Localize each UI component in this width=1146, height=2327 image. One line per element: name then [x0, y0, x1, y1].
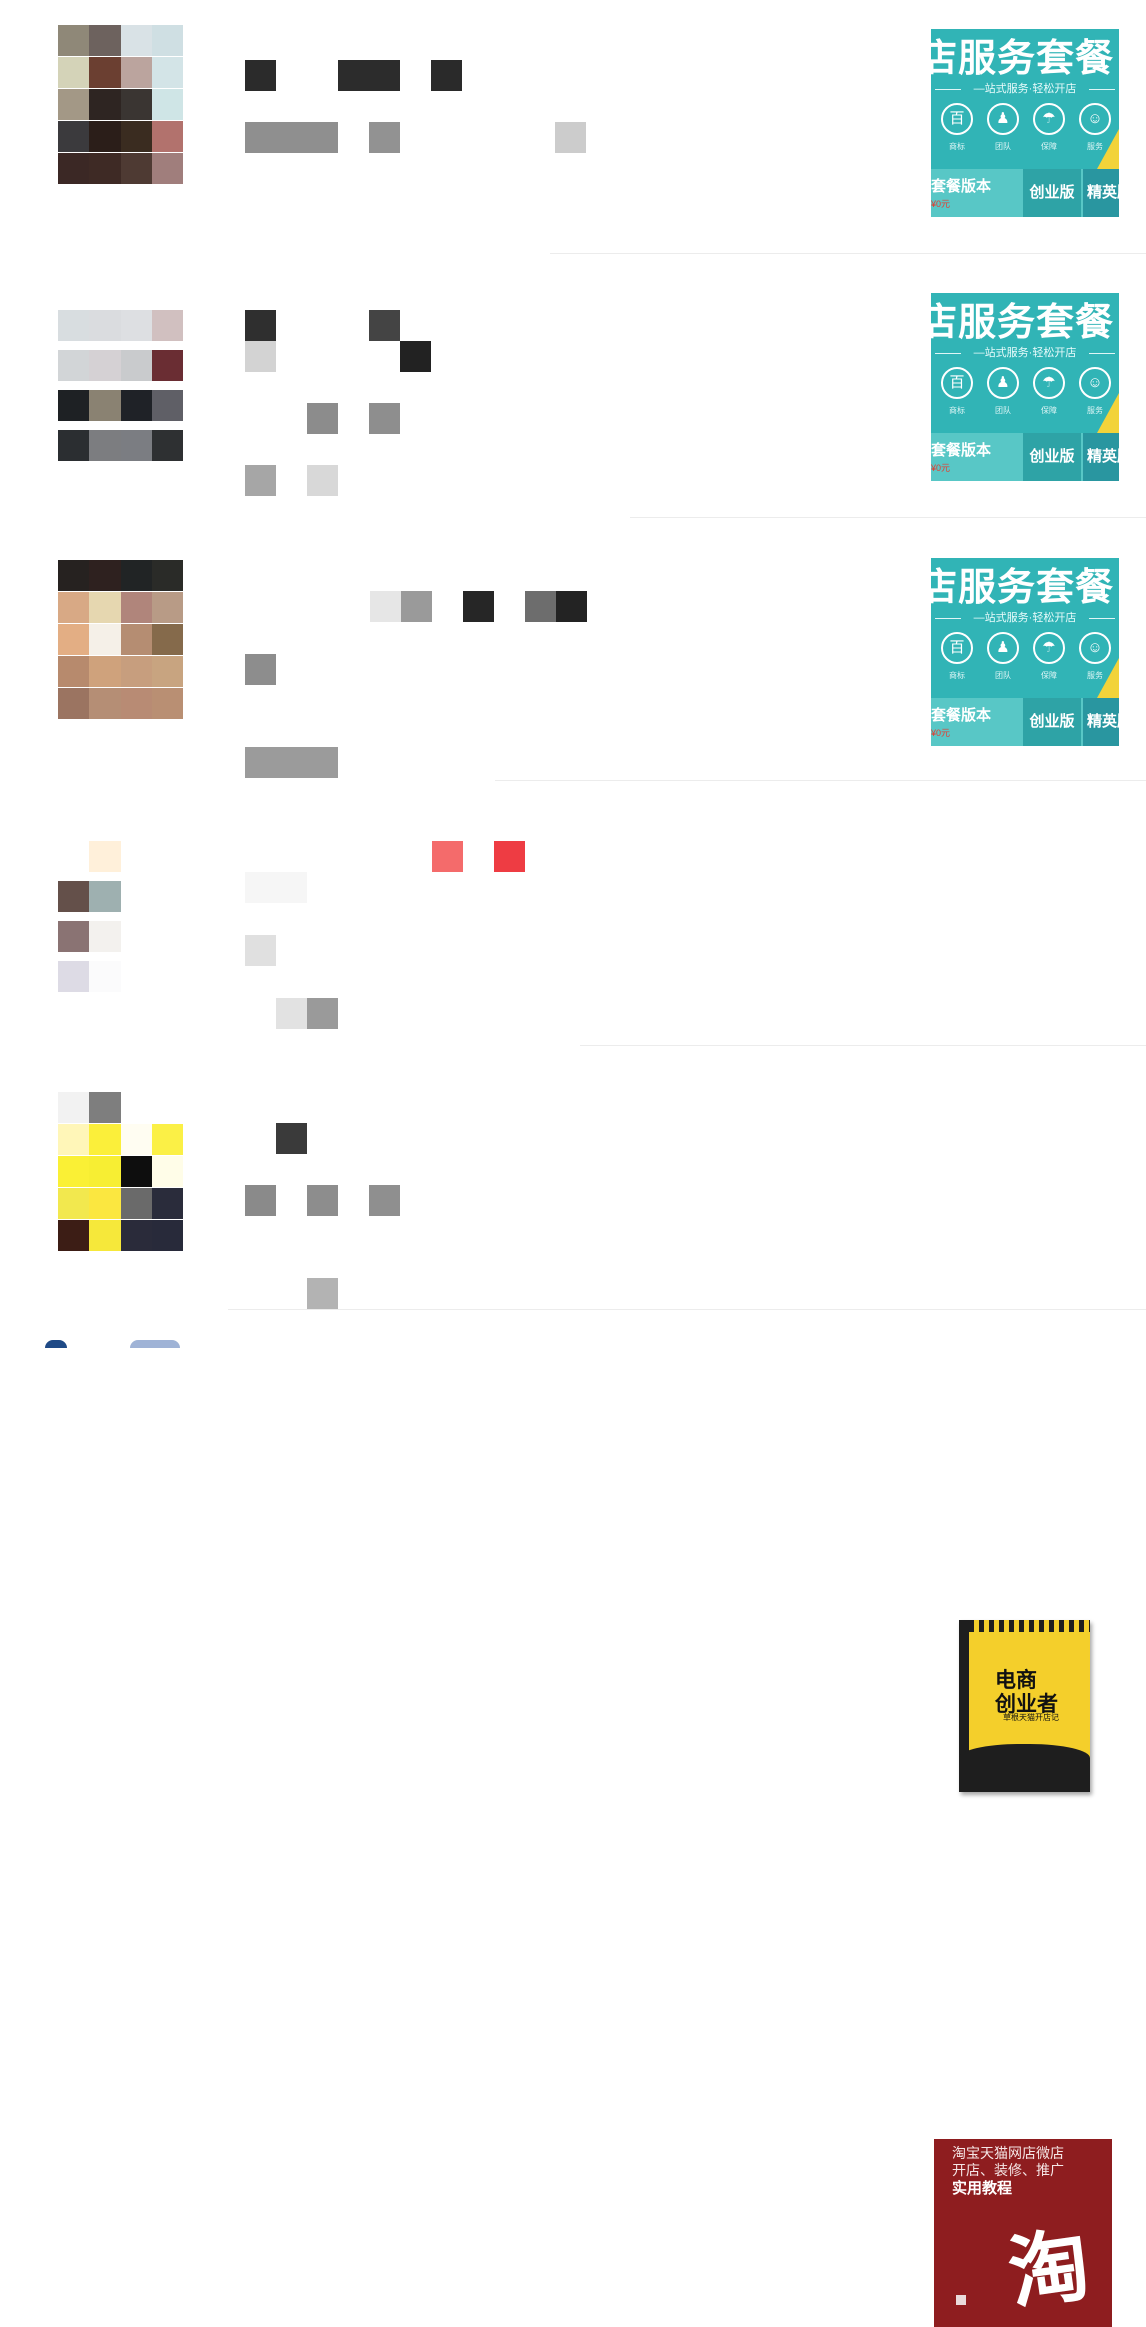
promo-icon-label: 团队: [995, 142, 1011, 151]
promo-title: 店服务套餐: [931, 299, 1115, 344]
tab-elite-edition: 精英版: [1083, 698, 1119, 746]
logo-service-icon: 百: [941, 367, 973, 399]
package-label: 套餐版本: [931, 707, 992, 724]
feed-item[interactable]: 淘宝天猫网店微店 开店、装修、推广 实用教程 淘: [0, 1055, 1146, 2327]
logo-service-icon: 百: [941, 103, 973, 135]
price-tag: ¥0元: [931, 728, 951, 738]
post-text-pixelated: [245, 403, 445, 498]
promo-icon-label: 商标: [949, 142, 965, 151]
promo-icon-label: 保障: [1041, 142, 1057, 151]
user-service-icon: ♟: [987, 632, 1019, 664]
promo-icon-label: 团队: [995, 406, 1011, 415]
username-pixelated[interactable]: [245, 60, 495, 91]
next-avatar-peek: [45, 1340, 67, 1348]
umbrella-service-icon: ☂: [1033, 632, 1065, 664]
shared-link-thumbnail[interactable]: 店服务套餐 —站式服务·轻松开店 百商标 ♟ 团队 ☂ 保障 ☺ 服务 套餐版本 ¥0元 创…: [931, 29, 1119, 217]
promo-icon-label: 保障: [1041, 671, 1057, 680]
username-pixelated[interactable]: [432, 841, 532, 872]
package-label: 套餐版本: [931, 442, 992, 459]
book-subtitle: 草根天猫开店记: [1003, 1713, 1059, 1722]
avatar[interactable]: [58, 310, 183, 470]
price-tag: ¥0元: [931, 199, 951, 209]
package-label: 套餐版本: [931, 178, 992, 195]
tab-startup-edition: 创业版: [1023, 169, 1081, 217]
username-pixelated[interactable]: [245, 1123, 345, 1154]
tab-startup-edition: 创业版: [1023, 433, 1081, 481]
promo-icon-row: 百商标 ♟ 团队 ☂ 保障 ☺ 服务: [935, 103, 1115, 159]
tab-elite-edition: 精英版: [1083, 433, 1119, 481]
avatar[interactable]: [58, 1092, 183, 1252]
promo-title: 店服务套餐: [931, 35, 1115, 80]
book-cover-glyph: 淘: [1002, 2216, 1096, 2322]
promo-title: 店服务套餐: [931, 564, 1115, 609]
umbrella-service-icon: ☂: [1033, 103, 1065, 135]
post-text-pixelated: [245, 1185, 405, 1315]
shared-book-thumbnail[interactable]: 淘宝天猫网店微店 开店、装修、推广 实用教程 淘: [934, 2139, 1112, 2327]
shared-link-thumbnail[interactable]: 店服务套餐 —站式服务·轻松开店 百商标 ♟ 团队 ☂ 保障 ☺ 服务 套餐版本 ¥0元 创…: [931, 293, 1119, 481]
publisher-logo-icon: [956, 2295, 966, 2305]
logo-service-icon: 百: [941, 632, 973, 664]
username-pixelated[interactable]: [245, 310, 445, 372]
avatar[interactable]: [58, 25, 183, 185]
shared-book-thumbnail[interactable]: 电商 创业者 草根天猫开店记: [959, 1620, 1090, 1792]
promo-icon-label: 商标: [949, 671, 965, 680]
avatar[interactable]: [58, 841, 183, 1001]
promo-icon-row: 百商标 ♟ 团队 ☂ 保障 ☺ 服务: [935, 632, 1115, 688]
feed-item[interactable]: 电商 创业者 草根天猫开店记: [0, 791, 1146, 1792]
post-text-pixelated: [245, 654, 345, 779]
username-pixelated[interactable]: [370, 591, 595, 622]
post-text-pixelated: [245, 122, 590, 182]
user-service-icon: ♟: [987, 103, 1019, 135]
promo-icon-row: 百商标 ♟ 团队 ☂ 保障 ☺ 服务: [935, 367, 1115, 423]
promo-icon-label: 团队: [995, 671, 1011, 680]
post-text-pixelated: [245, 872, 405, 1032]
promo-icon-label: 保障: [1041, 406, 1057, 415]
promo-icon-label: 商标: [949, 406, 965, 415]
feed-item[interactable]: 店服务套餐 —站式服务·轻松开店 百商标 ♟ 团队 ☂ 保障 ☺ 服务 套餐版本 ¥0元 创…: [0, 263, 1146, 526]
next-avatar-peek: [130, 1340, 180, 1348]
avatar[interactable]: [58, 560, 183, 720]
moments-feed: 店服务套餐 —站式服务·轻松开店 百商标 ♟ 团队 ☂ 保障 ☺ 服务 套餐版本 ¥0元 创…: [0, 0, 1146, 2327]
feed-item[interactable]: 店服务套餐 —站式服务·轻松开店 百商标 ♟ 团队 ☂ 保障 ☺ 服务 套餐版本 ¥0元 创…: [0, 0, 1146, 263]
feed-item[interactable]: 店服务套餐 —站式服务·轻松开店 百商标 ♟ 团队 ☂ 保障 ☺ 服务 套餐版本 ¥0元 创…: [0, 527, 1146, 790]
umbrella-service-icon: ☂: [1033, 367, 1065, 399]
tab-elite-edition: 精英版: [1083, 169, 1119, 217]
user-service-icon: ♟: [987, 367, 1019, 399]
shared-link-thumbnail[interactable]: 店服务套餐 —站式服务·轻松开店 百商标 ♟ 团队 ☂ 保障 ☺ 服务 套餐版本 ¥0元 创…: [931, 558, 1119, 746]
book-title-line: 实用教程: [952, 2180, 1013, 2197]
price-tag: ¥0元: [931, 463, 951, 473]
tab-startup-edition: 创业版: [1023, 698, 1081, 746]
